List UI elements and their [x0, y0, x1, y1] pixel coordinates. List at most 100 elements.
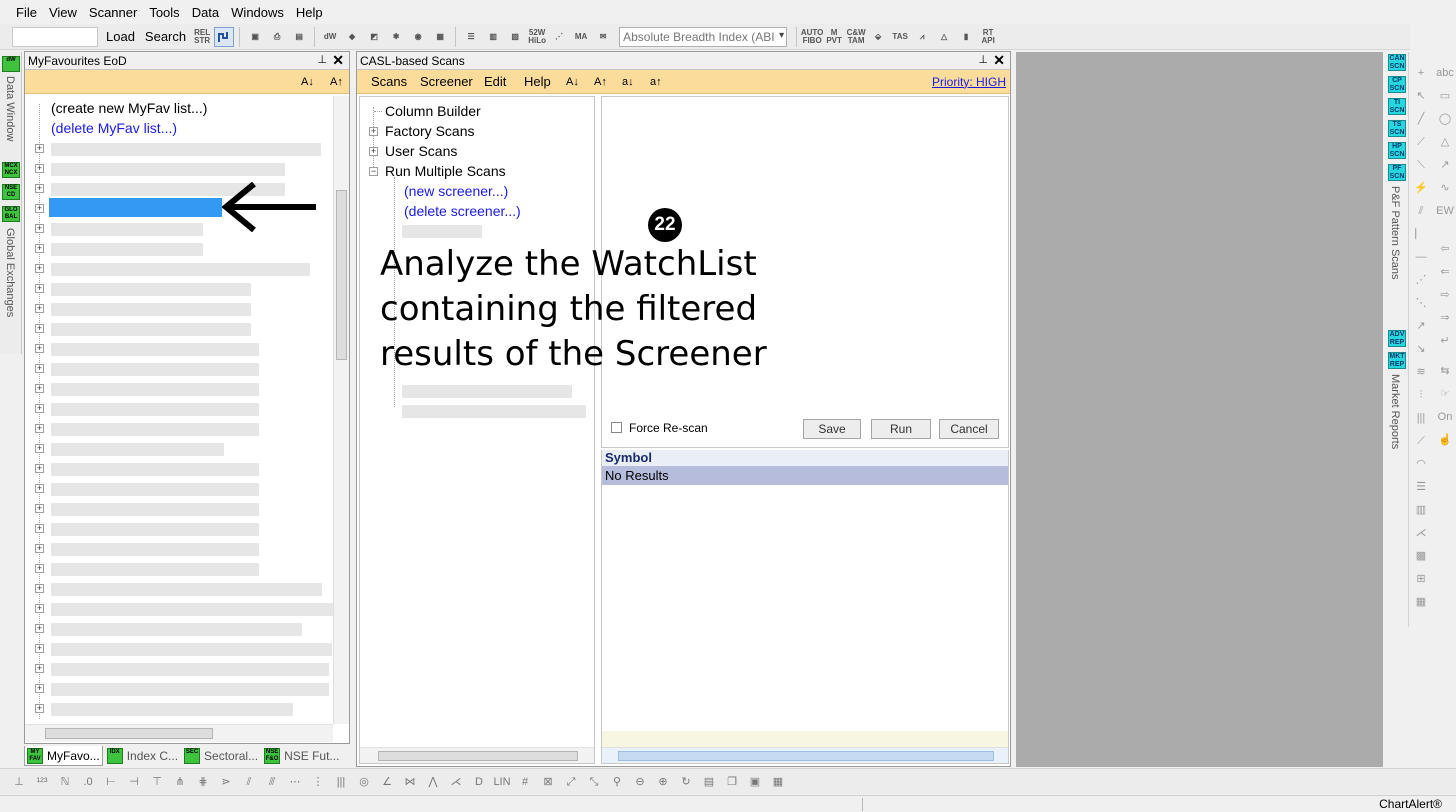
collapse-icon[interactable]: − — [369, 167, 378, 176]
expand-icon[interactable]: + — [35, 564, 44, 573]
indicator-combo[interactable]: Absolute Breadth Index (ABI — [619, 26, 788, 47]
scroll-thumb[interactable] — [618, 751, 994, 761]
market-report-button[interactable]: MKT REP — [1388, 352, 1406, 369]
global-exchanges-tab[interactable]: Global Exchanges — [4, 228, 16, 317]
tree-user-scans[interactable]: User Scans — [385, 143, 457, 159]
rectangle-icon[interactable]: ▭ — [1436, 87, 1454, 105]
text-label-icon[interactable]: abc — [1436, 64, 1454, 82]
expand-icon[interactable]: + — [35, 444, 44, 453]
sort-desc-icon[interactable]: A↑ — [330, 76, 343, 88]
menu-scanner[interactable]: Scanner — [83, 5, 143, 20]
menu-file[interactable]: File — [10, 5, 43, 20]
expand-icon[interactable]: + — [35, 704, 44, 713]
numbered-icon[interactable]: ¹²³ — [33, 773, 51, 791]
copy-icon[interactable]: ❐ — [723, 773, 741, 791]
scroll-thumb[interactable] — [336, 190, 347, 360]
line-icon[interactable]: ╱ — [1412, 110, 1430, 128]
market-reports-tab[interactable]: Market Reports — [1389, 374, 1401, 449]
arrow-up-right-icon[interactable]: ↗ — [1436, 156, 1454, 174]
chart-area[interactable] — [1016, 52, 1383, 767]
casl-menu-help[interactable]: Help — [524, 74, 551, 89]
scroll-thumb[interactable] — [45, 728, 213, 739]
pattern-grid-icon[interactable]: ▩ — [1412, 547, 1430, 565]
list-item[interactable] — [51, 643, 332, 656]
run-button[interactable]: Run — [871, 419, 931, 439]
pin-icon[interactable]: ⊥ — [317, 53, 327, 66]
tab-nse-futures[interactable]: NSE F&O NSE Fut... — [262, 746, 341, 766]
scanner-icon[interactable] — [214, 26, 235, 47]
tab-sectoral[interactable]: SEC Sectoral... — [182, 746, 260, 766]
cell-grid-icon[interactable]: ▦ — [1412, 593, 1430, 611]
list-item[interactable] — [51, 663, 329, 676]
grid-icon[interactable]: # — [516, 773, 534, 791]
decimal-icon[interactable]: .0 — [79, 773, 97, 791]
close-icon[interactable]: ✕ — [993, 52, 1005, 69]
chart-pattern-icon[interactable]: ⬙ — [868, 27, 888, 47]
menu-view[interactable]: View — [43, 5, 83, 20]
paste-icon[interactable]: ▣ — [746, 773, 764, 791]
tab-index[interactable]: IDX Index C... — [105, 746, 180, 766]
bars-icon[interactable]: ▥ — [483, 27, 503, 47]
tree-horizontal-scrollbar[interactable] — [360, 747, 594, 763]
list-item[interactable] — [51, 343, 259, 356]
gann-fan-icon[interactable]: ⋌ — [1412, 524, 1430, 542]
create-myfav-link[interactable]: (create new MyFav list...) — [51, 100, 207, 116]
tree-run-multiple-scans[interactable]: Run Multiple Scans — [385, 163, 506, 179]
linear-icon[interactable]: LIN — [493, 773, 511, 791]
list-item-selected[interactable] — [49, 198, 222, 217]
candlestick-scan-button[interactable]: CAN SCN — [1388, 54, 1406, 71]
52w-hilo-icon[interactable]: 52W HiLo — [527, 27, 547, 47]
tree-factory-scans[interactable]: Factory Scans — [385, 123, 474, 139]
list-item[interactable] — [51, 303, 251, 316]
results-row[interactable]: No Results — [602, 466, 1008, 485]
fib-icon[interactable]: ⋯ — [286, 773, 304, 791]
chart-pattern-scan-button[interactable]: CP SCN — [1388, 76, 1406, 93]
flip-icon[interactable]: ⇆ — [1436, 362, 1454, 380]
expand-icon[interactable]: + — [35, 344, 44, 353]
left-arrow-outline-icon[interactable]: ⇐ — [1436, 263, 1454, 281]
expand-icon[interactable]: + — [35, 504, 44, 513]
list-item[interactable] — [51, 323, 251, 336]
results-horizontal-scrollbar[interactable] — [602, 747, 1008, 763]
shape-icon[interactable]: D — [470, 773, 488, 791]
print-icon[interactable]: ⎙ — [267, 27, 287, 47]
list-item[interactable] — [402, 405, 586, 418]
expand-icon[interactable]: + — [35, 224, 44, 233]
retrace-icon[interactable]: ⫶ — [1412, 386, 1430, 404]
expand-icon[interactable]: + — [35, 524, 44, 533]
scroll-thumb[interactable] — [378, 751, 578, 761]
expand-icon[interactable]: + — [35, 404, 44, 413]
load-button[interactable]: Load — [102, 29, 139, 44]
list-item[interactable] — [51, 263, 310, 276]
expand-icon[interactable]: + — [35, 264, 44, 273]
expand-icon[interactable]: + — [35, 364, 44, 373]
menu-data[interactable]: Data — [186, 5, 225, 20]
vertical-line-icon[interactable]: ⎸ — [1412, 225, 1430, 243]
speed-line-icon[interactable]: ⟋ — [1412, 432, 1430, 450]
relative-strength-icon[interactable]: REL STR — [192, 27, 212, 47]
expand-icon[interactable]: + — [35, 184, 44, 193]
ruler-step-icon[interactable]: ⊤ — [148, 773, 166, 791]
hilo-icon[interactable]: ▧ — [505, 27, 525, 47]
sort-asc-icon[interactable]: A↓ — [301, 76, 314, 88]
list-item[interactable] — [51, 243, 203, 256]
list-item[interactable] — [51, 483, 259, 496]
expand-icon[interactable]: + — [35, 684, 44, 693]
right-arrow-icon[interactable]: ⇨ — [1436, 286, 1454, 304]
arc-icon[interactable]: ◠ — [1412, 455, 1430, 473]
windows-icon[interactable]: ▦ — [430, 27, 450, 47]
crosshair-icon[interactable]: + — [1412, 64, 1430, 82]
pitchfork-icon[interactable]: ⋔ — [171, 773, 189, 791]
save-button[interactable]: Save — [803, 419, 861, 439]
ruler-icon[interactable]: ⊢ — [102, 773, 120, 791]
trend-scan-button[interactable]: TS SCN — [1388, 120, 1406, 137]
expand-icon[interactable]: + — [35, 544, 44, 553]
expand-icon[interactable]: + — [35, 244, 44, 253]
bars-icon[interactable]: ||| — [332, 773, 350, 791]
nse-tab-icon[interactable]: NSE CD — [2, 184, 20, 200]
ellipse-icon[interactable]: ◯ — [1436, 110, 1454, 128]
harmonic-icon[interactable]: ⋈ — [401, 773, 419, 791]
global-tab-icon[interactable]: GLO BAL — [2, 206, 20, 222]
parallel-icon[interactable]: ⫽ — [240, 773, 258, 791]
grid-lines-icon[interactable]: ▥ — [1412, 501, 1430, 519]
